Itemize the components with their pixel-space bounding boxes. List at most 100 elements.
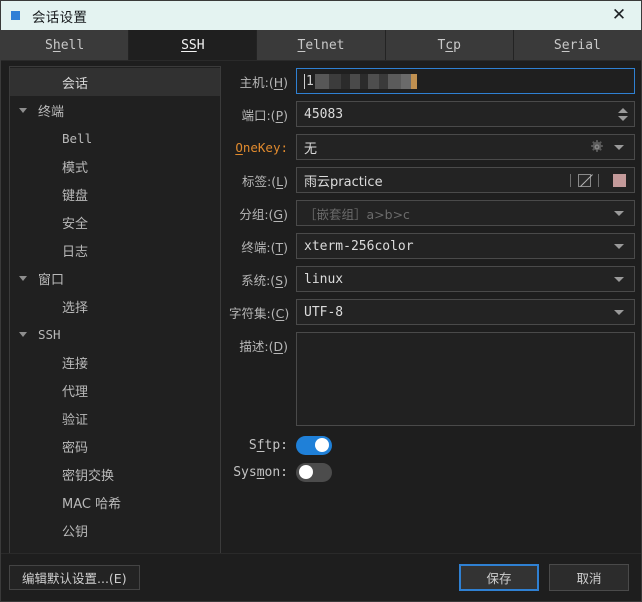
- group-placeholder: ［嵌套组］a>b>c: [304, 204, 614, 223]
- tree-item-13[interactable]: 密码: [10, 432, 220, 460]
- chevron-down-icon[interactable]: [614, 244, 624, 249]
- session-settings-dialog: 会话设置 ✕ ShellSSHTelnetTcpSerial 会话终端Bell模…: [0, 0, 642, 602]
- group-row: 分组:(G) ［嵌套组］a>b>c: [229, 200, 635, 226]
- tree-item-12[interactable]: 验证: [10, 404, 220, 432]
- host-value-redacted: 1: [304, 71, 630, 91]
- sftp-label: Sftp:: [229, 438, 296, 453]
- host-value: 1: [306, 74, 314, 89]
- expand-caret-icon[interactable]: [10, 108, 36, 113]
- group-select[interactable]: ［嵌套组］a>b>c: [296, 200, 635, 226]
- settings-category-tree[interactable]: 会话终端 Bell 模式键盘安全日志窗口选择 SSH 连接代理验证密码密钥交换MAC 哈…: [9, 66, 221, 558]
- onekey-row: OneKey: 无: [229, 134, 635, 160]
- spinner-up-icon[interactable]: [618, 108, 628, 113]
- terminal-select[interactable]: xterm-256color: [296, 233, 635, 259]
- chevron-down-icon[interactable]: [614, 310, 624, 315]
- port-row: 端口:(P) 45083: [229, 101, 635, 127]
- description-label: 描述:(D): [229, 332, 296, 355]
- sftp-toggle[interactable]: [296, 436, 332, 455]
- sysmon-label: Sysmon:: [229, 465, 296, 480]
- redaction-block: [368, 74, 379, 89]
- redaction-block: [411, 74, 417, 89]
- app-square-icon: [11, 11, 20, 20]
- gear-icon[interactable]: [590, 140, 604, 154]
- tree-item-8[interactable]: 选择: [10, 292, 220, 320]
- system-select[interactable]: linux: [296, 266, 635, 292]
- charset-select[interactable]: UTF-8: [296, 299, 635, 325]
- tree-item-label: Bell: [62, 131, 92, 146]
- tag-label: 标签:(L): [229, 171, 296, 190]
- chevron-down-icon[interactable]: [614, 277, 624, 282]
- redaction-block: [350, 74, 360, 89]
- tab-shell[interactable]: Shell: [1, 30, 129, 60]
- text-caret: [304, 74, 305, 89]
- charset-label: 字符集:(C): [229, 303, 296, 322]
- tree-item-5[interactable]: 安全: [10, 208, 220, 236]
- protocol-tab-bar: ShellSSHTelnetTcpSerial: [1, 30, 641, 61]
- port-spinner[interactable]: [615, 103, 630, 125]
- tab-telnet[interactable]: Telnet: [257, 30, 385, 60]
- tree-item-3[interactable]: 模式: [10, 152, 220, 180]
- tree-item-label: 安全: [62, 213, 88, 232]
- tree-item-4[interactable]: 键盘: [10, 180, 220, 208]
- caret-down-icon: [19, 276, 27, 281]
- tree-item-label: 连接: [62, 353, 88, 372]
- divider: [570, 174, 571, 187]
- onekey-label: OneKey:: [229, 140, 296, 155]
- redaction-block: [341, 74, 350, 89]
- spinner-down-icon[interactable]: [618, 116, 628, 121]
- tab-tcp[interactable]: Tcp: [386, 30, 514, 60]
- expand-caret-icon[interactable]: [10, 276, 36, 281]
- title-bar: 会话设置 ✕: [1, 1, 641, 30]
- group-label: 分组:(G): [229, 204, 296, 223]
- tree-item-label: 代理: [62, 381, 88, 400]
- tree-item-11[interactable]: 代理: [10, 376, 220, 404]
- chevron-down-icon[interactable]: [614, 145, 624, 150]
- tree-item-9[interactable]: SSH: [10, 320, 220, 348]
- terminal-row: 终端:(T) xterm-256color: [229, 233, 635, 259]
- divider: [598, 174, 599, 187]
- tab-ssh[interactable]: SSH: [129, 30, 257, 60]
- tree-item-6[interactable]: 日志: [10, 236, 220, 264]
- tree-item-10[interactable]: 连接: [10, 348, 220, 376]
- tree-item-14[interactable]: 密钥交换: [10, 460, 220, 488]
- window-title: 会话设置: [32, 6, 87, 26]
- chevron-down-icon[interactable]: [614, 211, 624, 216]
- cancel-button[interactable]: 取消: [549, 564, 629, 591]
- no-color-icon[interactable]: [578, 174, 591, 187]
- redaction-block: [379, 74, 388, 89]
- color-swatch[interactable]: [613, 174, 626, 187]
- tree-item-7[interactable]: 窗口: [10, 264, 220, 292]
- tab-serial[interactable]: Serial: [514, 30, 641, 60]
- close-icon[interactable]: ✕: [597, 1, 641, 30]
- tree-item-label: 选择: [62, 297, 88, 316]
- tree-item-1[interactable]: 终端: [10, 96, 220, 124]
- tree-item-15[interactable]: MAC 哈希: [10, 488, 220, 516]
- tag-row: 标签:(L) 雨云practice: [229, 167, 635, 193]
- tree-item-2[interactable]: Bell: [10, 124, 220, 152]
- port-input[interactable]: 45083: [296, 101, 635, 127]
- tree-item-16[interactable]: 公钥: [10, 516, 220, 544]
- tag-input[interactable]: 雨云practice: [296, 167, 635, 193]
- tag-extras: [563, 174, 630, 187]
- tree-item-label: 终端: [38, 101, 64, 120]
- dialog-body: 会话终端 Bell 模式键盘安全日志窗口选择 SSH 连接代理验证密码密钥交换MAC 哈…: [1, 61, 641, 553]
- onekey-select[interactable]: 无: [296, 134, 635, 160]
- caret-down-icon: [19, 108, 27, 113]
- charset-row: 字符集:(C) UTF-8: [229, 299, 635, 325]
- tree-item-label: 键盘: [62, 185, 88, 204]
- description-textarea[interactable]: [296, 332, 635, 426]
- edit-defaults-button[interactable]: 编辑默认设置...(E): [9, 565, 140, 590]
- onekey-value: 无: [304, 138, 590, 157]
- port-value: 45083: [304, 107, 615, 122]
- redaction-block: [401, 74, 411, 89]
- redaction-block: [315, 74, 329, 89]
- save-button[interactable]: 保存: [459, 564, 539, 591]
- sftp-row: Sftp:: [229, 433, 635, 457]
- terminal-value: xterm-256color: [304, 239, 614, 254]
- terminal-label: 终端:(T): [229, 237, 296, 256]
- host-input[interactable]: 1: [296, 68, 635, 94]
- tree-item-label: 窗口: [38, 269, 64, 288]
- sysmon-toggle[interactable]: [296, 463, 332, 482]
- expand-caret-icon[interactable]: [10, 332, 36, 337]
- tree-item-0[interactable]: 会话: [10, 68, 220, 96]
